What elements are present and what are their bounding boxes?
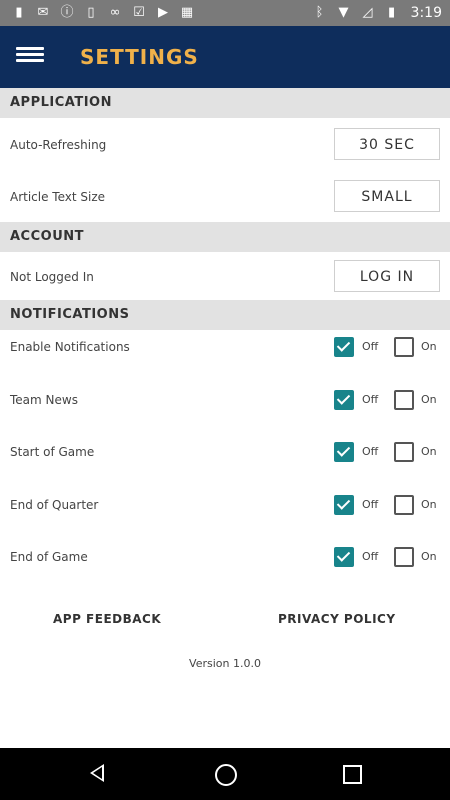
auto-refresh-label: Auto-Refreshing: [10, 138, 107, 152]
on-checkbox[interactable]: [394, 442, 414, 462]
on-checkbox[interactable]: [394, 547, 414, 567]
section-header-application: APPLICATION: [0, 88, 450, 118]
notification-row-enable: Enable Notifications Off On: [0, 330, 450, 366]
battery-saver-icon: ▯: [87, 5, 95, 20]
sim-card-icon: ▮: [15, 5, 23, 20]
on-checkbox[interactable]: [394, 495, 414, 515]
home-icon[interactable]: [215, 764, 237, 786]
status-bar: ▮ ✉ ⓘ ▯ ∞ ☑ ▶ ▦ ᛒ ▼ ◿ ▮ 3:19: [0, 0, 450, 26]
recents-icon[interactable]: [343, 765, 362, 784]
on-label: On: [421, 550, 437, 563]
back-icon[interactable]: [90, 764, 104, 782]
notification-label: Team News: [10, 393, 78, 407]
off-checkbox[interactable]: [334, 547, 354, 567]
article-text-size-row: Article Text Size SMALL: [0, 170, 450, 222]
account-status-label: Not Logged In: [10, 270, 94, 284]
auto-refresh-button[interactable]: 30 SEC: [334, 128, 440, 160]
section-header-account: ACCOUNT: [0, 222, 450, 252]
on-label: On: [421, 340, 437, 353]
wifi-icon: ▼: [338, 5, 349, 20]
off-checkbox[interactable]: [334, 337, 354, 357]
notification-label: Enable Notifications: [10, 340, 130, 354]
status-bar-right-icons: ᛒ ▼ ◿ ▮ 3:19: [311, 4, 442, 22]
voicemail-icon: ∞: [109, 5, 121, 20]
off-checkbox[interactable]: [334, 390, 354, 410]
check-square-icon: ☑: [133, 5, 145, 20]
page-title: SETTINGS: [80, 45, 199, 69]
section-header-notifications: NOTIFICATIONS: [0, 300, 450, 330]
calendar-icon: ▦: [180, 5, 194, 20]
status-time: 3:19: [410, 5, 442, 21]
app-feedback-link[interactable]: APP FEEDBACK: [53, 612, 161, 626]
privacy-policy-link[interactable]: PRIVACY POLICY: [278, 612, 396, 626]
auto-refresh-row: Auto-Refreshing 30 SEC: [0, 118, 450, 170]
status-bar-left-icons: ▮ ✉ ⓘ ▯ ∞ ☑ ▶ ▦: [10, 4, 196, 22]
version-label: Version 1.0.0: [189, 657, 261, 670]
off-label: Off: [362, 445, 379, 458]
on-label: On: [421, 393, 437, 406]
hamburger-menu-icon[interactable]: [16, 44, 44, 66]
notification-row-team-news: Team News Off On: [0, 382, 450, 418]
on-label: On: [421, 445, 437, 458]
off-label: Off: [362, 550, 379, 563]
off-label: Off: [362, 340, 379, 353]
article-text-size-label: Article Text Size: [10, 190, 106, 204]
login-button[interactable]: LOG IN: [334, 260, 440, 292]
mail-icon: ✉: [37, 5, 49, 20]
video-icon: ▶: [158, 5, 168, 20]
notification-row-end-of-game: End of Game Off On: [0, 539, 450, 575]
notification-label: Start of Game: [10, 445, 95, 459]
on-checkbox[interactable]: [394, 337, 414, 357]
app-bar: SETTINGS: [0, 26, 450, 88]
off-checkbox[interactable]: [334, 495, 354, 515]
notification-row-start-of-game: Start of Game Off On: [0, 434, 450, 470]
on-label: On: [421, 498, 437, 511]
on-checkbox[interactable]: [394, 390, 414, 410]
article-text-size-button[interactable]: SMALL: [334, 180, 440, 212]
navigation-bar: [0, 748, 450, 800]
off-checkbox[interactable]: [334, 442, 354, 462]
notification-label: End of Game: [10, 550, 88, 564]
battery-icon: ▮: [387, 5, 396, 20]
account-row: Not Logged In LOG IN: [0, 252, 450, 300]
notification-row-end-of-quarter: End of Quarter Off On: [0, 487, 450, 523]
bluetooth-icon: ᛒ: [315, 5, 324, 20]
notification-label: End of Quarter: [10, 498, 99, 512]
off-label: Off: [362, 498, 379, 511]
off-label: Off: [362, 393, 379, 406]
no-signal-icon: ◿: [362, 5, 373, 20]
info-icon: ⓘ: [60, 5, 74, 20]
